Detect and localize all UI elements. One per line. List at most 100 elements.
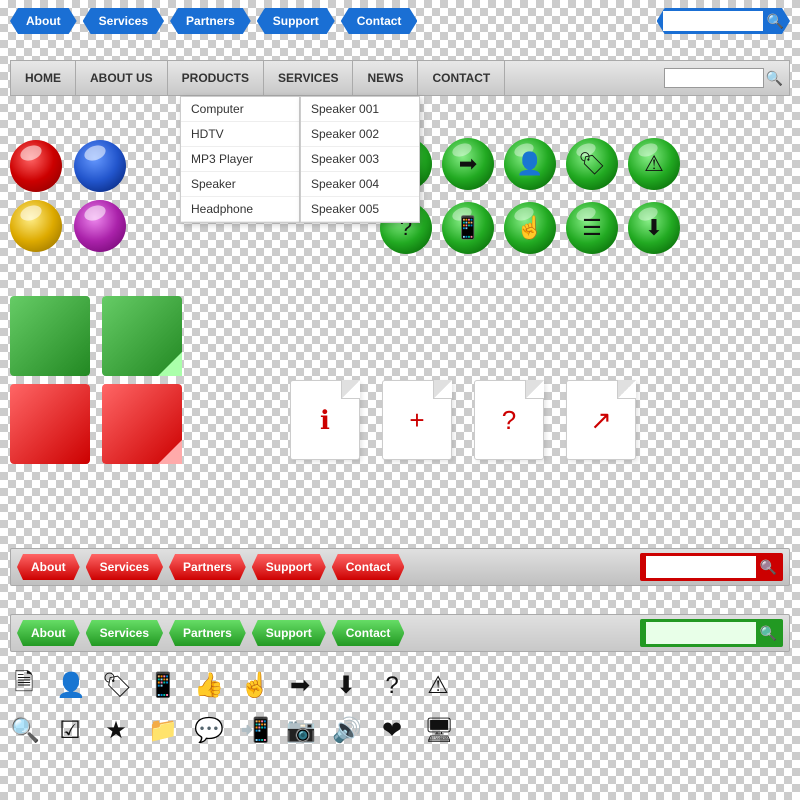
dropdown-speaker[interactable]: Speaker bbox=[181, 172, 299, 197]
square-red-flat[interactable] bbox=[10, 384, 90, 464]
nav1-search-input[interactable] bbox=[663, 11, 763, 31]
nav-blue-bar: About Services Partners Support Contact … bbox=[10, 8, 790, 34]
bottom-icon-thumb[interactable]: 👍 bbox=[194, 671, 222, 700]
nav2-search-input[interactable] bbox=[664, 68, 764, 88]
bottom-icon-speaker[interactable]: 🔊 bbox=[332, 716, 360, 745]
green-icons-row-1: 👍 ➡ 👤 🏷 ⚠ bbox=[380, 138, 680, 190]
glossy-balls bbox=[10, 140, 126, 252]
nav1-about-button[interactable]: About bbox=[10, 8, 77, 34]
ball-yellow[interactable] bbox=[10, 200, 62, 252]
person-icon: 👤 bbox=[516, 151, 543, 177]
nav2-home[interactable]: HOME bbox=[11, 61, 76, 95]
bottom-icon-warning[interactable]: ⚠ bbox=[424, 671, 452, 700]
bottom-icon-heart[interactable]: ❤ bbox=[378, 716, 406, 745]
nav3-search-box: 🔍 bbox=[640, 553, 783, 581]
bottom-icon-search[interactable]: 🔍 bbox=[10, 716, 38, 745]
bottom-icon-person[interactable]: 👤 bbox=[56, 671, 84, 700]
bottom-icon-download[interactable]: ⬇ bbox=[332, 671, 360, 700]
nav4-partners-button[interactable]: Partners bbox=[169, 620, 246, 646]
list-icon: ☰ bbox=[582, 215, 602, 241]
ball-purple[interactable] bbox=[74, 200, 126, 252]
bottom-icons-row-1: 🗎 👤 🏷 📱 👍 ☝ ➡ ⬇ ? ⚠ bbox=[10, 665, 790, 706]
nav3-about-button[interactable]: About bbox=[17, 554, 80, 580]
nav3-contact-button[interactable]: Contact bbox=[332, 554, 405, 580]
dropdown-computer[interactable]: Computer bbox=[181, 97, 299, 122]
bottom-icons-row-2: 🔍 ☑ ★ 📁 💬 📲 📷 🔊 ❤ 🖥 bbox=[10, 716, 790, 745]
square-green-fold[interactable] bbox=[102, 296, 182, 376]
nav2-services[interactable]: SERVICES bbox=[264, 61, 353, 95]
nav3-search-input[interactable] bbox=[646, 556, 756, 578]
nav1-services-button[interactable]: Services bbox=[83, 8, 164, 34]
nav1-support-button[interactable]: Support bbox=[257, 8, 335, 34]
dropdown-speaker-003[interactable]: Speaker 003 bbox=[301, 147, 419, 172]
nav1-partners-button[interactable]: Partners bbox=[170, 8, 251, 34]
squares-row-red bbox=[10, 384, 182, 464]
nav1-search-box: 🔍 bbox=[657, 8, 790, 34]
ball-blue[interactable] bbox=[74, 140, 126, 192]
ball-red[interactable] bbox=[10, 140, 62, 192]
dropdown-speaker-001[interactable]: Speaker 001 bbox=[301, 97, 419, 122]
dropdown-speaker-002[interactable]: Speaker 002 bbox=[301, 122, 419, 147]
bottom-icon-check[interactable]: ☑ bbox=[56, 716, 84, 745]
nav2-contact[interactable]: CONTACT bbox=[418, 61, 505, 95]
bottom-icon-monitor[interactable]: 🖥 bbox=[424, 716, 452, 745]
bottom-icon-star[interactable]: ★ bbox=[102, 716, 130, 745]
nav4-support-button[interactable]: Support bbox=[252, 620, 326, 646]
bottom-icon-mobile[interactable]: 📲 bbox=[240, 716, 268, 745]
bottom-icon-tag[interactable]: 🏷 bbox=[102, 671, 130, 700]
nav-green-bar: About Services Partners Support Contact … bbox=[10, 614, 790, 652]
squares-row-green bbox=[10, 296, 182, 376]
bottom-icon-question[interactable]: ? bbox=[378, 672, 406, 700]
bottom-icon-camera[interactable]: 📷 bbox=[286, 716, 314, 745]
nav3-support-button[interactable]: Support bbox=[252, 554, 326, 580]
bottom-icon-doc[interactable]: 🗎 bbox=[10, 665, 38, 706]
dropdown-sub-menu: Speaker 001 Speaker 002 Speaker 003 Spea… bbox=[300, 96, 420, 223]
balls-row-2 bbox=[10, 200, 126, 252]
phone-icon: 📱 bbox=[454, 215, 481, 241]
nav4-about-button[interactable]: About bbox=[17, 620, 80, 646]
nav1-contact-button[interactable]: Contact bbox=[341, 8, 418, 34]
nav2-products[interactable]: PRODUCTS bbox=[168, 61, 264, 95]
bottom-icon-folder[interactable]: 📁 bbox=[148, 716, 176, 745]
dropdown-hdtv[interactable]: HDTV bbox=[181, 122, 299, 147]
nav-gray-bar: HOME ABOUT US PRODUCTS SERVICES NEWS CON… bbox=[10, 60, 790, 96]
doc-cursor[interactable]: ↗ bbox=[566, 380, 636, 460]
doc-question[interactable]: ? bbox=[474, 380, 544, 460]
doc-info[interactable]: ℹ bbox=[290, 380, 360, 460]
nav2-about-us[interactable]: ABOUT US bbox=[76, 61, 168, 95]
bottom-icon-pointer[interactable]: ☝ bbox=[240, 671, 268, 700]
bottom-icon-grid: 🗎 👤 🏷 📱 👍 ☝ ➡ ⬇ ? ⚠ 🔍 ☑ ★ 📁 💬 📲 📷 🔊 ❤ 🖥 bbox=[10, 665, 790, 745]
dropdown-mp3[interactable]: MP3 Player bbox=[181, 147, 299, 172]
green-btn-arrow[interactable]: ➡ bbox=[442, 138, 494, 190]
green-btn-list[interactable]: ☰ bbox=[566, 202, 618, 254]
green-btn-phone[interactable]: 📱 bbox=[442, 202, 494, 254]
square-green-flat[interactable] bbox=[10, 296, 90, 376]
nav3-partners-button[interactable]: Partners bbox=[169, 554, 246, 580]
green-btn-pointer[interactable]: ☝ bbox=[504, 202, 556, 254]
dropdown-headphone[interactable]: Headphone bbox=[181, 197, 299, 222]
dropdown-speaker-005[interactable]: Speaker 005 bbox=[301, 197, 419, 222]
nav4-search-input[interactable] bbox=[646, 622, 756, 644]
bottom-icon-arrow-right[interactable]: ➡ bbox=[286, 671, 314, 700]
nav2-news[interactable]: NEWS bbox=[353, 61, 418, 95]
bottom-icon-comment[interactable]: 💬 bbox=[194, 716, 222, 745]
nav4-search-box: 🔍 bbox=[640, 619, 783, 647]
bottom-icon-phone[interactable]: 📱 bbox=[148, 671, 176, 700]
cursor-icon: ↗ bbox=[590, 405, 612, 436]
download-icon: ⬇ bbox=[645, 215, 663, 241]
green-icon-buttons: 👍 ➡ 👤 🏷 ⚠ ? 📱 ☝ ☰ ⬇ bbox=[380, 138, 680, 254]
doc-plus[interactable]: + bbox=[382, 380, 452, 460]
green-btn-tag[interactable]: 🏷 bbox=[566, 138, 618, 190]
green-btn-person[interactable]: 👤 bbox=[504, 138, 556, 190]
nav4-services-button[interactable]: Services bbox=[86, 620, 163, 646]
nav1-search-icon: 🔍 bbox=[767, 13, 784, 30]
pointer-icon: ☝ bbox=[516, 215, 543, 241]
nav3-services-button[interactable]: Services bbox=[86, 554, 163, 580]
green-btn-download[interactable]: ⬇ bbox=[628, 202, 680, 254]
paper-squares bbox=[10, 296, 182, 464]
square-red-fold[interactable] bbox=[102, 384, 182, 464]
nav4-contact-button[interactable]: Contact bbox=[332, 620, 405, 646]
arrow-right-icon: ➡ bbox=[459, 151, 477, 177]
dropdown-speaker-004[interactable]: Speaker 004 bbox=[301, 172, 419, 197]
green-btn-warning[interactable]: ⚠ bbox=[628, 138, 680, 190]
